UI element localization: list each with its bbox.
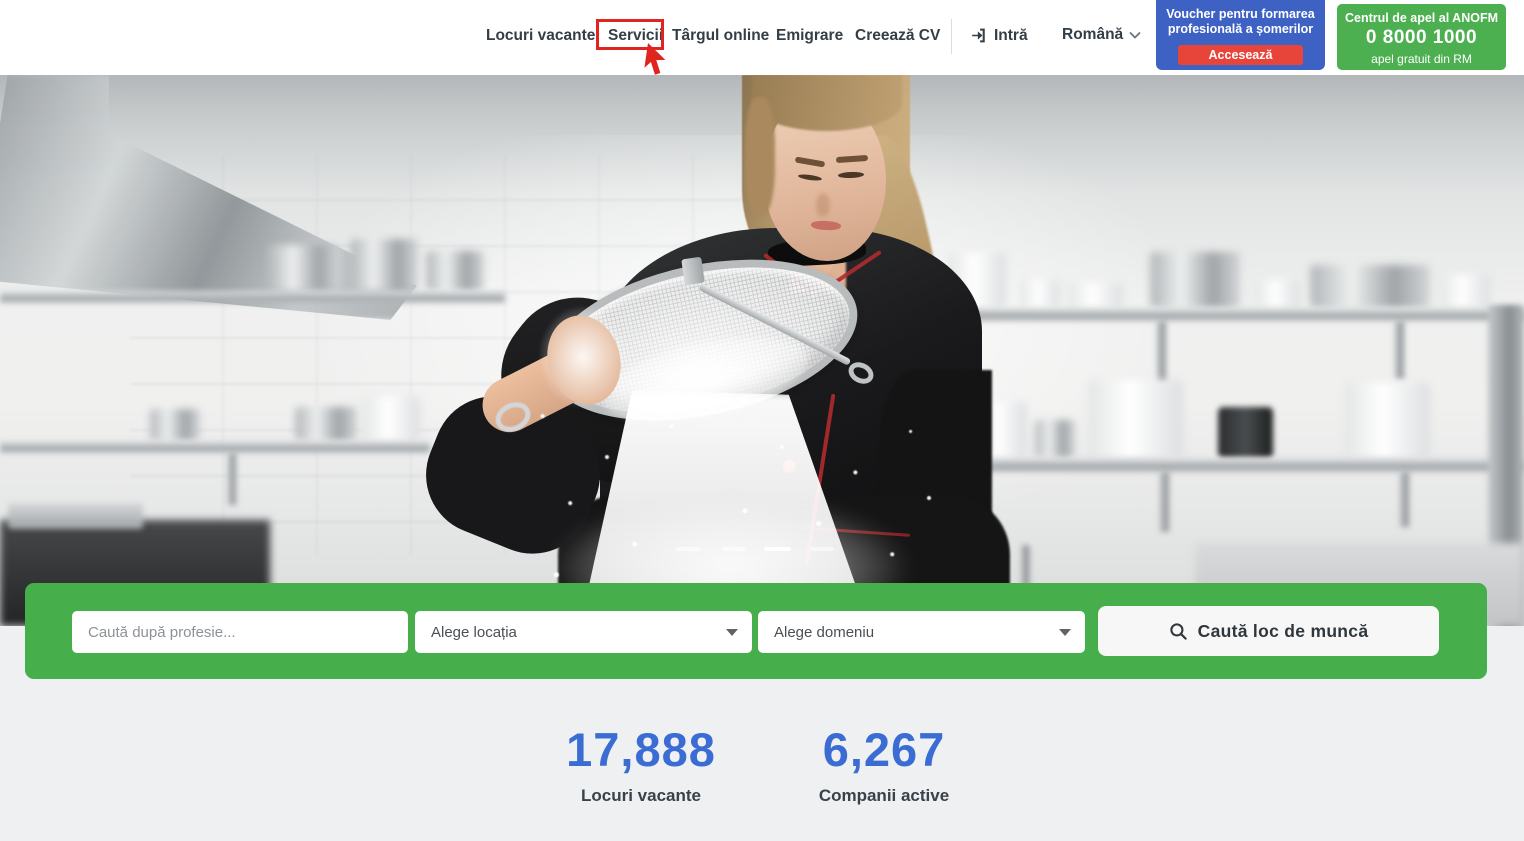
chef-hairline bbox=[752, 75, 902, 131]
stat-companies: 6,267 Companii active bbox=[734, 722, 1034, 806]
chef-hair-side bbox=[745, 97, 775, 215]
carousel-dot[interactable] bbox=[764, 547, 791, 551]
canister-shape bbox=[1345, 383, 1430, 458]
shelf-right-upper bbox=[935, 308, 1524, 321]
pot-shape bbox=[268, 245, 340, 291]
dish-shape bbox=[1020, 280, 1060, 308]
profession-search-input[interactable] bbox=[72, 611, 408, 653]
sieve-clip bbox=[681, 257, 704, 286]
voucher-title-line2: profesională a șomerilor bbox=[1156, 22, 1325, 37]
domain-select[interactable]: Alege domeniu bbox=[758, 611, 1085, 653]
bowl-shape bbox=[1035, 420, 1075, 458]
carousel-dot[interactable] bbox=[676, 547, 700, 551]
voucher-access-button[interactable]: Accesează bbox=[1178, 45, 1303, 65]
shelf-right-lower bbox=[935, 458, 1524, 472]
dish-shape bbox=[1440, 275, 1490, 308]
login-button[interactable]: Intră bbox=[969, 26, 1028, 45]
search-jobs-button[interactable]: Caută loc de muncă bbox=[1098, 606, 1439, 656]
call-center-phone: 0 8000 1000 bbox=[1337, 27, 1506, 49]
carousel-indicators bbox=[0, 547, 1524, 553]
call-center-note: apel gratuit din RM bbox=[1337, 52, 1506, 66]
voucher-title-line1: Voucher pentru formarea bbox=[1156, 7, 1325, 22]
chef-nose-shadow bbox=[816, 193, 830, 217]
carousel-dot[interactable] bbox=[810, 547, 834, 551]
voucher-banner[interactable]: Voucher pentru formarea profesională a ș… bbox=[1156, 0, 1325, 70]
bowl-shape bbox=[295, 407, 357, 441]
nav-item-locuri-vacante[interactable]: Locuri vacante bbox=[486, 27, 595, 45]
language-label: Română bbox=[1062, 26, 1123, 44]
pot-shape bbox=[350, 239, 418, 291]
bucket-shape bbox=[362, 397, 420, 441]
nav-item-servicii[interactable]: Servicii bbox=[608, 27, 663, 45]
shelf-bracket bbox=[1400, 472, 1409, 527]
canister-shape bbox=[1088, 380, 1183, 458]
location-select-label: Alege locația bbox=[431, 624, 517, 641]
pan-shape bbox=[1310, 265, 1430, 308]
nav-item-creeaza-cv[interactable]: Creează CV bbox=[855, 27, 940, 45]
language-selector[interactable]: Română bbox=[1062, 26, 1141, 44]
shelf-left-upper bbox=[0, 291, 505, 303]
bowl-shape bbox=[150, 409, 200, 441]
job-search-panel: Alege locația Alege domeniu Caută loc de… bbox=[25, 583, 1487, 679]
search-jobs-button-label: Caută loc de muncă bbox=[1198, 621, 1369, 642]
login-label: Intră bbox=[994, 27, 1028, 45]
shelf-bracket bbox=[1395, 321, 1404, 379]
pitcher-shape bbox=[1218, 407, 1273, 458]
login-icon bbox=[969, 26, 988, 45]
call-center-card: Centrul de apel al ANOFM 0 8000 1000 ape… bbox=[1337, 4, 1506, 70]
nav-item-emigrare[interactable]: Emigrare bbox=[776, 27, 843, 45]
top-navigation-bar: Locuri vacante Servicii Târgul online Em… bbox=[0, 0, 1524, 75]
stat-companies-label: Companii active bbox=[734, 786, 1034, 806]
search-icon bbox=[1169, 622, 1188, 641]
chevron-down-icon bbox=[1129, 31, 1141, 39]
dish-shape bbox=[1068, 283, 1123, 308]
carousel-dot[interactable] bbox=[722, 547, 746, 551]
header-divider bbox=[951, 19, 952, 54]
nav-item-targul-online[interactable]: Târgul online bbox=[672, 27, 769, 45]
dropdown-arrow-icon bbox=[726, 629, 738, 636]
pot-shape bbox=[426, 251, 484, 291]
call-center-title: Centrul de apel al ANOFM bbox=[1337, 11, 1506, 25]
shelf-bracket bbox=[228, 453, 236, 505]
shelf-left-lower bbox=[0, 441, 430, 453]
dish-shape bbox=[1255, 280, 1300, 308]
annotation-cursor-arrow-icon bbox=[644, 42, 672, 78]
hero-carousel-image bbox=[0, 75, 1524, 626]
shelf-bracket bbox=[1157, 321, 1166, 383]
domain-select-label: Alege domeniu bbox=[774, 624, 874, 641]
dropdown-arrow-icon bbox=[1059, 629, 1071, 636]
pot-shape bbox=[1150, 252, 1240, 308]
stat-companies-value: 6,267 bbox=[734, 722, 1034, 777]
shelf-bracket bbox=[1160, 472, 1169, 532]
location-select[interactable]: Alege locația bbox=[415, 611, 752, 653]
tray-shape bbox=[8, 503, 143, 529]
